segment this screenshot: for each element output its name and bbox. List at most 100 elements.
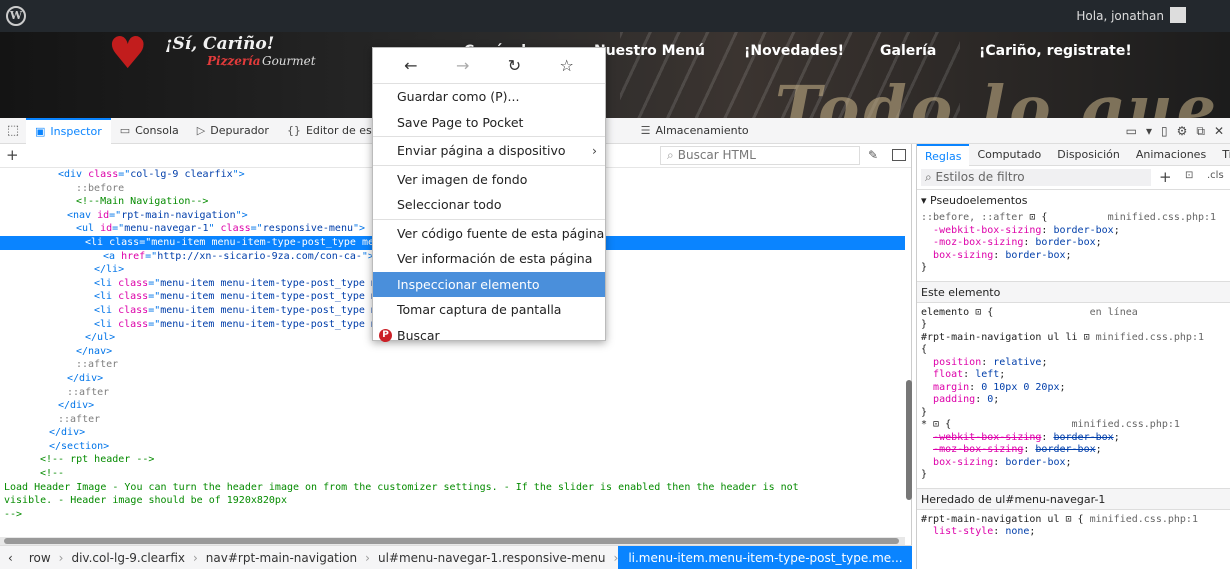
css-value[interactable]: border-box: [1035, 444, 1095, 455]
css-property[interactable]: float: [933, 369, 963, 380]
css-declaration[interactable]: -moz-box-sizing: border-box;: [921, 237, 1230, 250]
css-value[interactable]: relative: [993, 357, 1041, 368]
css-property[interactable]: -moz-box-sizing: [933, 237, 1023, 248]
forward-arrow-icon[interactable]: →: [456, 56, 469, 75]
reload-icon[interactable]: ↻: [508, 56, 521, 75]
markup-line[interactable]: ::after: [0, 358, 905, 372]
nav-item-novedades[interactable]: ¡Novedades!: [744, 43, 844, 59]
brand-name[interactable]: ¡Sí, Cariño!: [165, 34, 274, 54]
css-property[interactable]: -webkit-box-sizing: [933, 432, 1041, 443]
dock-menu-icon[interactable]: ▾: [1146, 124, 1152, 138]
tab-animations[interactable]: Animaciones: [1128, 144, 1214, 166]
selector[interactable]: #rpt-main-navigation ul li: [921, 332, 1078, 343]
markup-vertical-scrollbar[interactable]: [906, 380, 912, 500]
add-rule-icon[interactable]: +: [1159, 168, 1172, 186]
css-declaration[interactable]: list-style: none;: [921, 526, 1230, 539]
markup-line[interactable]: -->: [0, 508, 905, 522]
breadcrumb-item[interactable]: row: [21, 546, 59, 569]
css-property[interactable]: box-sizing: [933, 250, 993, 261]
responsive-icon[interactable]: ▯: [1161, 124, 1168, 138]
css-declaration[interactable]: padding: 0;: [921, 394, 1230, 407]
css-declaration[interactable]: -webkit-box-sizing: border-box;: [921, 432, 1230, 445]
toggle-sidebar-icon[interactable]: [892, 149, 906, 161]
css-declaration[interactable]: position: relative;: [921, 357, 1230, 370]
rule-source[interactable]: minified.css.php:1: [1072, 419, 1180, 430]
css-property[interactable]: padding: [933, 394, 975, 405]
menu-item-select-all[interactable]: Seleccionar todo: [373, 192, 605, 218]
css-value[interactable]: none: [1005, 526, 1029, 537]
css-value[interactable]: 0 10px 0 20px: [981, 382, 1059, 393]
menu-item-screenshot[interactable]: Tomar captura de pantalla: [373, 297, 605, 323]
css-declaration[interactable]: box-sizing: border-box;: [921, 457, 1230, 470]
cls-toggle[interactable]: .cls: [1207, 170, 1224, 181]
breadcrumb-current[interactable]: li.menu-item.menu-item-type-post_type.me…: [618, 546, 912, 569]
breadcrumb-item[interactable]: ul#menu-navegar-1.responsive-menu: [370, 546, 614, 569]
admin-greeting[interactable]: Hola, jonathan: [1076, 9, 1164, 23]
css-value[interactable]: border-box: [1053, 432, 1113, 443]
css-property[interactable]: box-sizing: [933, 457, 993, 468]
css-value[interactable]: border-box: [1005, 457, 1065, 468]
section-pseudo-elements[interactable]: ▾ Pseudoelementos: [917, 190, 1230, 212]
css-property[interactable]: margin: [933, 382, 969, 393]
rule-source[interactable]: minified.css.php:1: [1108, 212, 1216, 223]
css-property[interactable]: -moz-box-sizing: [933, 444, 1023, 455]
popout-icon[interactable]: ⧉: [1196, 124, 1205, 139]
menu-item-save-pocket[interactable]: Save Page to Pocket: [373, 110, 605, 136]
wordpress-logo-icon[interactable]: W: [6, 6, 26, 26]
menu-item-inspect[interactable]: Inspeccionar elemento: [373, 271, 605, 297]
markup-horizontal-scrollbar[interactable]: [0, 537, 905, 545]
filter-styles-input[interactable]: ⌕ Estilos de filtro: [921, 169, 1151, 186]
markup-line[interactable]: </div>: [0, 372, 905, 386]
css-property[interactable]: position: [933, 357, 981, 368]
css-property[interactable]: -webkit-box-sizing: [933, 225, 1041, 236]
markup-line[interactable]: Load Header Image - You can turn the hea…: [0, 481, 905, 495]
css-declaration[interactable]: box-sizing: border-box;: [921, 250, 1230, 263]
nav-item-galeria[interactable]: Galería: [880, 43, 936, 59]
html-search-input[interactable]: ⌕ Buscar HTML: [660, 146, 860, 165]
menu-item-send-to-device[interactable]: Enviar página a dispositivo ›: [373, 138, 605, 164]
tab-debugger[interactable]: ▷ Depurador: [188, 118, 278, 144]
breadcrumb-item[interactable]: nav#rpt-main-navigation: [198, 546, 365, 569]
css-declaration[interactable]: -webkit-box-sizing: border-box;: [921, 225, 1230, 238]
bookmark-star-icon[interactable]: ☆: [559, 56, 573, 75]
css-value[interactable]: left: [975, 369, 999, 380]
back-arrow-icon[interactable]: ←: [404, 56, 417, 75]
css-value[interactable]: border-box: [1053, 225, 1113, 236]
tab-fonts[interactable]: Ti: [1214, 144, 1230, 166]
css-property[interactable]: list-style: [933, 526, 993, 537]
menu-item-view-background[interactable]: Ver imagen de fondo: [373, 167, 605, 193]
tab-inspector[interactable]: ▣ Inspector: [26, 117, 111, 144]
nav-item-registrate[interactable]: ¡Cariño, registrate!: [979, 43, 1132, 59]
nav-item-menu[interactable]: Nuestro Menú: [594, 43, 705, 59]
selector[interactable]: ::before, ::after: [921, 212, 1023, 223]
markup-line[interactable]: <!--: [0, 467, 905, 481]
split-console-icon[interactable]: ▭: [1126, 124, 1137, 138]
markup-line[interactable]: </section>: [0, 440, 905, 454]
tab-layout[interactable]: Disposición: [1049, 144, 1128, 166]
breadcrumb-item[interactable]: div.col-lg-9.clearfix: [63, 546, 193, 569]
css-value[interactable]: border-box: [1005, 250, 1065, 261]
tab-rules[interactable]: Reglas: [917, 144, 970, 166]
markup-line[interactable]: ::after: [0, 386, 905, 400]
menu-item-page-info[interactable]: Ver información de esta página: [373, 246, 605, 272]
menu-item-search[interactable]: P Buscar: [373, 323, 605, 349]
add-node-icon[interactable]: +: [6, 146, 19, 164]
tab-console[interactable]: ▭ Consola: [111, 118, 188, 144]
css-value[interactable]: border-box: [1035, 237, 1095, 248]
close-icon[interactable]: ✕: [1214, 124, 1224, 138]
css-declaration[interactable]: -moz-box-sizing: border-box;: [921, 444, 1230, 457]
menu-item-view-source[interactable]: Ver código fuente de esta página: [373, 221, 605, 247]
eyedropper-icon[interactable]: ✎: [868, 148, 878, 162]
selector[interactable]: *: [921, 419, 927, 430]
rule-source[interactable]: minified.css.php:1: [1096, 332, 1204, 343]
css-declaration[interactable]: float: left;: [921, 369, 1230, 382]
markup-line[interactable]: <!-- rpt header -->: [0, 453, 905, 467]
pseudo-class-toggle-icon[interactable]: ⊡: [1185, 170, 1193, 181]
avatar[interactable]: [1170, 7, 1186, 23]
rule-source[interactable]: minified.css.php:1: [1090, 514, 1198, 525]
markup-line[interactable]: </div>: [0, 426, 905, 440]
breadcrumb-prev-icon[interactable]: ‹: [0, 546, 21, 569]
tab-computed[interactable]: Computado: [969, 144, 1049, 166]
css-declaration[interactable]: margin: 0 10px 0 20px;: [921, 382, 1230, 395]
element-picker-icon[interactable]: ⬚: [0, 118, 26, 144]
